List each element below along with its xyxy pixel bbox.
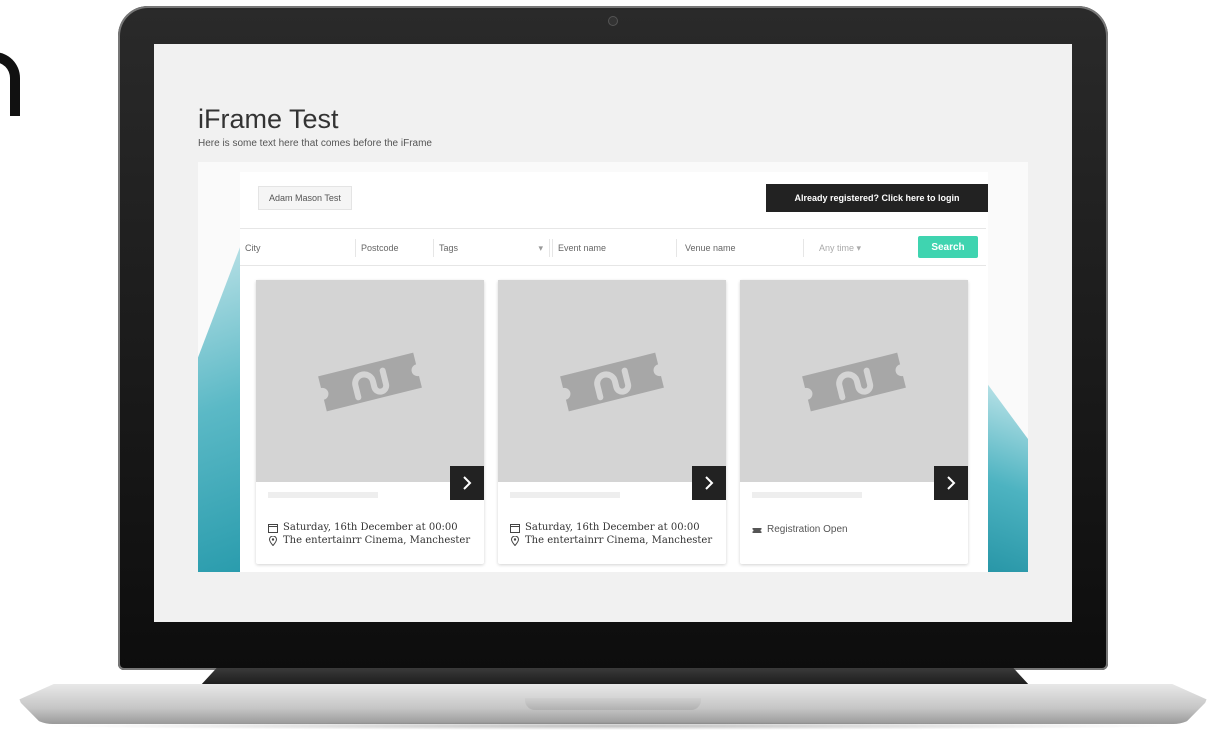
ticket-placeholder-icon: [802, 352, 906, 412]
event-venue-text: The entertainrr Cinema, Manchester: [525, 535, 713, 546]
calendar-icon: [510, 523, 520, 533]
postcode-input[interactable]: Postcode: [356, 239, 434, 257]
time-select-label: Any time: [819, 243, 855, 253]
chevron-right-icon: [947, 476, 956, 490]
login-button[interactable]: Already registered? Click here to login: [766, 184, 988, 212]
chevron-right-icon: [463, 476, 472, 490]
event-card[interactable]: Saturday, 16th December at 00:00 The ent…: [256, 280, 484, 564]
laptop-notch: [525, 698, 701, 710]
event-venue-text: The entertainrr Cinema, Manchester: [283, 535, 471, 546]
chevron-down-icon: ▾: [538, 243, 543, 253]
chevron-down-icon: ▾: [856, 243, 862, 253]
ticket-placeholder-icon: [560, 352, 664, 412]
event-date-text: Saturday, 16th December at 00:00: [283, 522, 458, 533]
event-name-input[interactable]: Event name: [552, 239, 677, 257]
event-date: Saturday, 16th December at 00:00: [510, 522, 700, 533]
laptop-lid: iFrame Test Here is some text here that …: [118, 6, 1108, 670]
search-button[interactable]: Search: [918, 236, 978, 258]
page-title: iFrame Test: [198, 104, 339, 134]
event-thumbnail: [498, 280, 726, 482]
ticket-placeholder-icon: [318, 352, 422, 412]
page-subtitle: Here is some text here that comes before…: [198, 138, 432, 149]
event-card[interactable]: Registration Open: [740, 280, 968, 564]
next-arrow-button[interactable]: [692, 466, 726, 500]
decorative-wave-left: [198, 242, 242, 572]
card-title-placeholder: [268, 492, 378, 498]
laptop-screen: iFrame Test Here is some text here that …: [154, 44, 1072, 622]
location-pin-icon: [510, 535, 520, 546]
organizer-button[interactable]: Adam Mason Test: [258, 186, 352, 210]
registration-status: Registration Open: [752, 524, 848, 535]
card-title-placeholder: [752, 492, 862, 498]
next-arrow-button[interactable]: [450, 466, 484, 500]
event-date-text: Saturday, 16th December at 00:00: [525, 522, 700, 533]
tags-select[interactable]: Tags ▾: [434, 239, 550, 257]
filter-bar: City Postcode Tags ▾ Event name Venue na…: [240, 228, 986, 266]
camera-icon: [609, 17, 617, 25]
city-input[interactable]: City: [240, 239, 356, 257]
event-thumbnail: [740, 280, 968, 482]
chevron-right-icon: [705, 476, 714, 490]
cropped-glyph: [0, 52, 20, 116]
ticket-icon: [752, 527, 762, 533]
calendar-icon: [268, 523, 278, 533]
event-card[interactable]: Saturday, 16th December at 00:00 The ent…: [498, 280, 726, 564]
decorative-wave-right: [986, 382, 1028, 572]
card-title-placeholder: [510, 492, 620, 498]
iframe-container: Adam Mason Test Already registered? Clic…: [198, 162, 1028, 572]
tags-select-label: Tags: [439, 243, 459, 253]
event-thumbnail: [256, 280, 484, 482]
venue-name-input[interactable]: Venue name: [680, 239, 804, 257]
laptop-hinge: [200, 668, 1030, 686]
time-select[interactable]: Any time ▾: [814, 239, 889, 257]
registration-status-text: Registration Open: [767, 524, 848, 535]
event-venue: The entertainrr Cinema, Manchester: [268, 535, 470, 546]
event-venue: The entertainrr Cinema, Manchester: [510, 535, 712, 546]
laptop-shadow: [40, 722, 1186, 730]
embedded-iframe: Adam Mason Test Already registered? Clic…: [240, 172, 988, 572]
next-arrow-button[interactable]: [934, 466, 968, 500]
location-pin-icon: [268, 535, 278, 546]
event-date: Saturday, 16th December at 00:00: [268, 522, 458, 533]
